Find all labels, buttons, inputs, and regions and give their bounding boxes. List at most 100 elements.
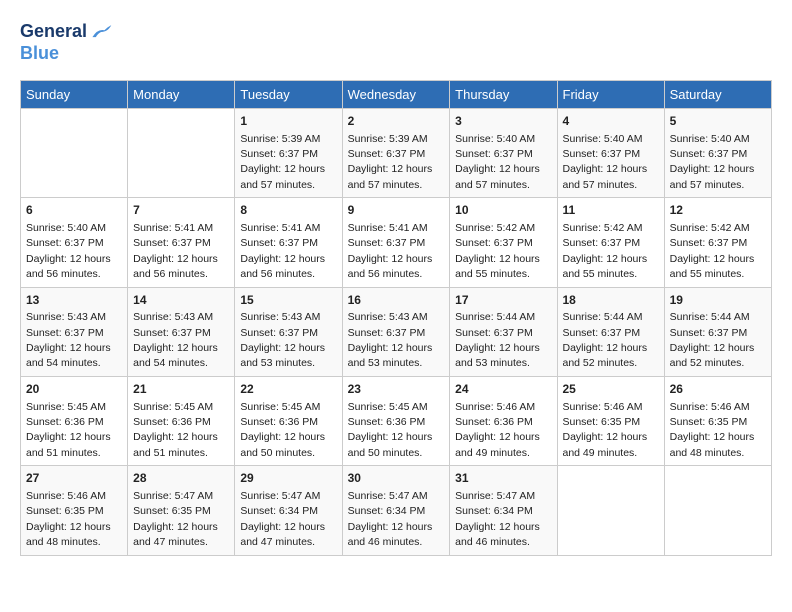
day-cell: 23 Sunrise: 5:45 AMSunset: 6:36 PMDayligh…: [342, 376, 450, 465]
day-number: 9: [348, 202, 445, 219]
day-cell: 9 Sunrise: 5:41 AMSunset: 6:37 PMDaylight…: [342, 198, 450, 287]
day-info: Sunrise: 5:44 AMSunset: 6:37 PMDaylight:…: [670, 311, 755, 369]
day-info: Sunrise: 5:40 AMSunset: 6:37 PMDaylight:…: [670, 133, 755, 191]
day-cell: 28 Sunrise: 5:47 AMSunset: 6:35 PMDayligh…: [128, 466, 235, 555]
day-number: 27: [26, 470, 122, 487]
calendar-table: SundayMondayTuesdayWednesdayThursdayFrid…: [20, 80, 772, 556]
day-info: Sunrise: 5:43 AMSunset: 6:37 PMDaylight:…: [26, 311, 111, 369]
day-number: 13: [26, 292, 122, 309]
day-cell: 15Sunrise: 5:43 AMSunset: 6:37 PMDayligh…: [235, 287, 342, 376]
week-row-3: 13 Sunrise: 5:43 AMSunset: 6:37 PMDayligh…: [21, 287, 772, 376]
day-number: 22: [240, 381, 336, 398]
day-cell: 1Sunrise: 5:39 AMSunset: 6:37 PMDaylight…: [235, 108, 342, 197]
day-info: Sunrise: 5:47 AMSunset: 6:34 PMDaylight:…: [455, 490, 540, 548]
day-number: 2: [348, 113, 445, 130]
day-info: Sunrise: 5:40 AMSunset: 6:37 PMDaylight:…: [26, 222, 111, 280]
day-number: 21: [133, 381, 229, 398]
day-cell: 20 Sunrise: 5:45 AMSunset: 6:36 PMDayligh…: [21, 376, 128, 465]
day-info: Sunrise: 5:39 AMSunset: 6:37 PMDaylight:…: [348, 133, 433, 191]
day-info: Sunrise: 5:42 AMSunset: 6:37 PMDaylight:…: [455, 222, 540, 280]
day-cell: 30 Sunrise: 5:47 AMSunset: 6:34 PMDayligh…: [342, 466, 450, 555]
day-cell: 17 Sunrise: 5:44 AMSunset: 6:37 PMDayligh…: [450, 287, 557, 376]
day-cell: 14 Sunrise: 5:43 AMSunset: 6:37 PMDayligh…: [128, 287, 235, 376]
day-cell: 5Sunrise: 5:40 AMSunset: 6:37 PMDaylight…: [664, 108, 771, 197]
day-number: 16: [348, 292, 445, 309]
day-cell: [128, 108, 235, 197]
day-info: Sunrise: 5:41 AMSunset: 6:37 PMDaylight:…: [240, 222, 325, 280]
day-info: Sunrise: 5:45 AMSunset: 6:36 PMDaylight:…: [133, 401, 218, 459]
day-number: 11: [563, 202, 659, 219]
day-number: 30: [348, 470, 445, 487]
day-cell: 16Sunrise: 5:43 AMSunset: 6:37 PMDayligh…: [342, 287, 450, 376]
day-number: 8: [240, 202, 336, 219]
day-cell: 11 Sunrise: 5:42 AMSunset: 6:37 PMDayligh…: [557, 198, 664, 287]
day-cell: 18Sunrise: 5:44 AMSunset: 6:37 PMDayligh…: [557, 287, 664, 376]
week-row-5: 27Sunrise: 5:46 AMSunset: 6:35 PMDayligh…: [21, 466, 772, 555]
day-number: 28: [133, 470, 229, 487]
day-cell: 7Sunrise: 5:41 AMSunset: 6:37 PMDaylight…: [128, 198, 235, 287]
day-cell: 10 Sunrise: 5:42 AMSunset: 6:37 PMDayligh…: [450, 198, 557, 287]
day-number: 26: [670, 381, 766, 398]
day-info: Sunrise: 5:45 AMSunset: 6:36 PMDaylight:…: [240, 401, 325, 459]
col-header-wednesday: Wednesday: [342, 80, 450, 108]
day-number: 19: [670, 292, 766, 309]
day-number: 15: [240, 292, 336, 309]
page-header: General Blue: [20, 20, 772, 64]
col-header-tuesday: Tuesday: [235, 80, 342, 108]
day-number: 20: [26, 381, 122, 398]
day-cell: 25Sunrise: 5:46 AMSunset: 6:35 PMDayligh…: [557, 376, 664, 465]
day-info: Sunrise: 5:42 AMSunset: 6:37 PMDaylight:…: [563, 222, 648, 280]
day-number: 23: [348, 381, 445, 398]
day-number: 17: [455, 292, 551, 309]
col-header-saturday: Saturday: [664, 80, 771, 108]
col-header-friday: Friday: [557, 80, 664, 108]
day-info: Sunrise: 5:41 AMSunset: 6:37 PMDaylight:…: [348, 222, 433, 280]
header-row: SundayMondayTuesdayWednesdayThursdayFrid…: [21, 80, 772, 108]
day-info: Sunrise: 5:40 AMSunset: 6:37 PMDaylight:…: [563, 133, 648, 191]
day-info: Sunrise: 5:39 AMSunset: 6:37 PMDaylight:…: [240, 133, 325, 191]
day-info: Sunrise: 5:45 AMSunset: 6:36 PMDaylight:…: [26, 401, 111, 459]
day-number: 3: [455, 113, 551, 130]
day-cell: 4 Sunrise: 5:40 AMSunset: 6:37 PMDaylight…: [557, 108, 664, 197]
col-header-thursday: Thursday: [450, 80, 557, 108]
day-cell: 31 Sunrise: 5:47 AMSunset: 6:34 PMDayligh…: [450, 466, 557, 555]
day-cell: 13 Sunrise: 5:43 AMSunset: 6:37 PMDayligh…: [21, 287, 128, 376]
day-number: 14: [133, 292, 229, 309]
day-number: 24: [455, 381, 551, 398]
day-number: 10: [455, 202, 551, 219]
day-number: 4: [563, 113, 659, 130]
day-number: 18: [563, 292, 659, 309]
day-info: Sunrise: 5:46 AMSunset: 6:36 PMDaylight:…: [455, 401, 540, 459]
day-info: Sunrise: 5:43 AMSunset: 6:37 PMDaylight:…: [133, 311, 218, 369]
day-cell: 6 Sunrise: 5:40 AMSunset: 6:37 PMDaylight…: [21, 198, 128, 287]
logo: General Blue: [20, 20, 113, 64]
day-info: Sunrise: 5:46 AMSunset: 6:35 PMDaylight:…: [563, 401, 648, 459]
logo-text: General Blue: [20, 20, 113, 64]
day-cell: 2 Sunrise: 5:39 AMSunset: 6:37 PMDaylight…: [342, 108, 450, 197]
day-cell: 12Sunrise: 5:42 AMSunset: 6:37 PMDayligh…: [664, 198, 771, 287]
day-info: Sunrise: 5:40 AMSunset: 6:37 PMDaylight:…: [455, 133, 540, 191]
day-info: Sunrise: 5:47 AMSunset: 6:34 PMDaylight:…: [240, 490, 325, 548]
day-number: 12: [670, 202, 766, 219]
day-number: 7: [133, 202, 229, 219]
day-info: Sunrise: 5:47 AMSunset: 6:35 PMDaylight:…: [133, 490, 218, 548]
day-cell: 21 Sunrise: 5:45 AMSunset: 6:36 PMDayligh…: [128, 376, 235, 465]
day-cell: [664, 466, 771, 555]
day-cell: 29 Sunrise: 5:47 AMSunset: 6:34 PMDayligh…: [235, 466, 342, 555]
week-row-1: 1Sunrise: 5:39 AMSunset: 6:37 PMDaylight…: [21, 108, 772, 197]
day-cell: 22 Sunrise: 5:45 AMSunset: 6:36 PMDayligh…: [235, 376, 342, 465]
day-info: Sunrise: 5:46 AMSunset: 6:35 PMDaylight:…: [670, 401, 755, 459]
day-info: Sunrise: 5:47 AMSunset: 6:34 PMDaylight:…: [348, 490, 433, 548]
day-number: 6: [26, 202, 122, 219]
day-info: Sunrise: 5:44 AMSunset: 6:37 PMDaylight:…: [455, 311, 540, 369]
day-number: 29: [240, 470, 336, 487]
week-row-4: 20 Sunrise: 5:45 AMSunset: 6:36 PMDayligh…: [21, 376, 772, 465]
day-info: Sunrise: 5:45 AMSunset: 6:36 PMDaylight:…: [348, 401, 433, 459]
day-cell: 27Sunrise: 5:46 AMSunset: 6:35 PMDayligh…: [21, 466, 128, 555]
col-header-sunday: Sunday: [21, 80, 128, 108]
day-cell: 8 Sunrise: 5:41 AMSunset: 6:37 PMDaylight…: [235, 198, 342, 287]
day-cell: 26 Sunrise: 5:46 AMSunset: 6:35 PMDayligh…: [664, 376, 771, 465]
col-header-monday: Monday: [128, 80, 235, 108]
day-number: 31: [455, 470, 551, 487]
logo-bird-icon: [89, 20, 113, 44]
